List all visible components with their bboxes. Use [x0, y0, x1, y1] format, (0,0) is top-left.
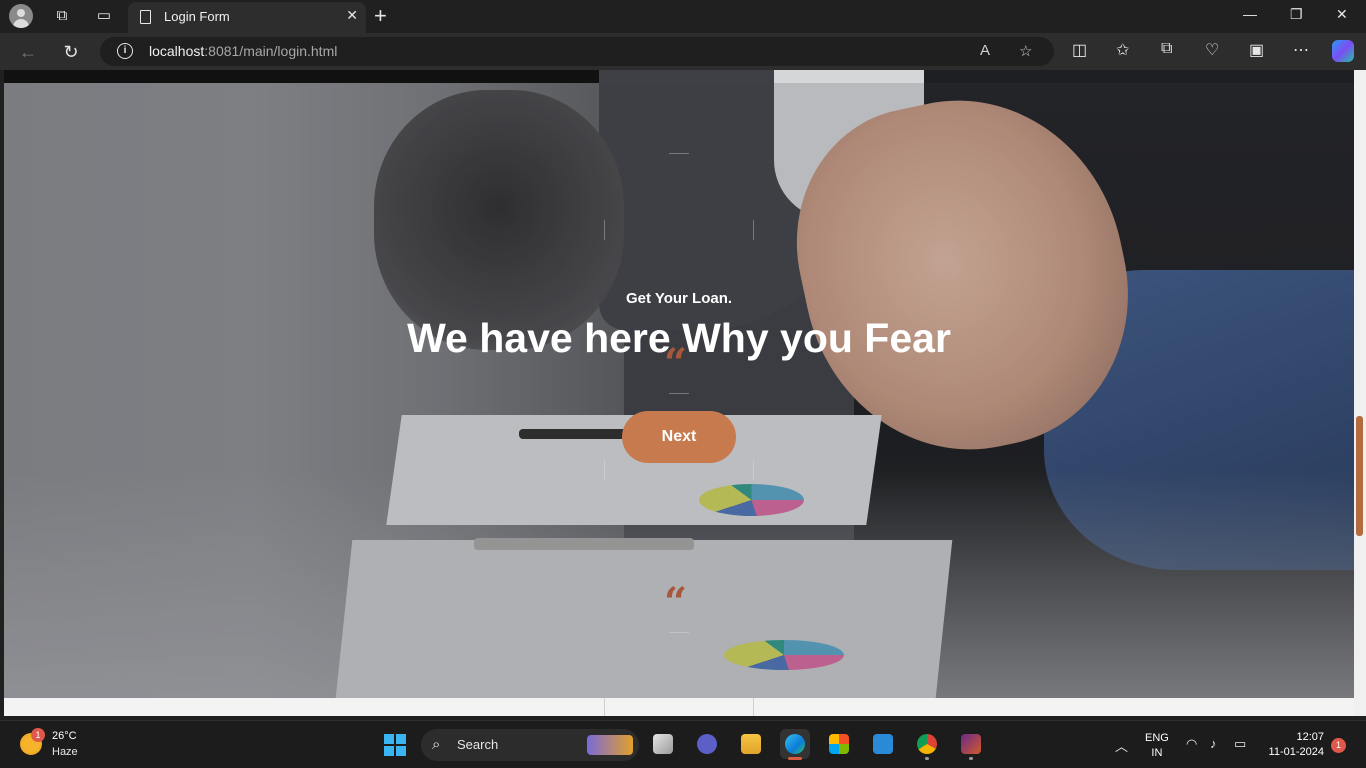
workspaces-icon[interactable]: ⧉: [50, 5, 74, 27]
file-explorer-icon[interactable]: [736, 729, 766, 759]
page-icon: [140, 10, 151, 24]
show-hidden-icons-icon[interactable]: ︿: [1115, 736, 1128, 755]
split-screen-icon[interactable]: ◫: [1072, 40, 1087, 60]
clock[interactable]: 12:07 11-01-2024: [1262, 730, 1324, 760]
task-view-icon[interactable]: [648, 729, 678, 759]
refresh-icon[interactable]: ↻: [58, 40, 84, 64]
tab-login-form[interactable]: Login Form ✕: [128, 2, 366, 33]
divider-line: [669, 632, 689, 633]
divider-line: [753, 460, 754, 480]
quote-icon: “: [664, 340, 688, 387]
more-menu-icon[interactable]: ⋯: [1293, 40, 1309, 60]
hero-eyebrow: Get Your Loan.: [625, 290, 733, 307]
divider-line: [753, 220, 754, 240]
divider-line: [669, 393, 689, 394]
scrollbar-track[interactable]: [1354, 70, 1366, 716]
new-tab-icon[interactable]: +: [374, 3, 387, 29]
navigation-bar: ← ↻ i localhost:8081/main/login.html A ☆…: [0, 33, 1366, 70]
notification-badge[interactable]: 1: [1331, 738, 1346, 753]
volume-icon[interactable]: ♪: [1210, 736, 1217, 751]
read-aloud-icon[interactable]: A: [980, 42, 990, 59]
close-window-icon[interactable]: ✕: [1336, 6, 1348, 23]
search-icon: ⌕: [432, 736, 441, 753]
sidebar-icon[interactable]: ▣: [1249, 40, 1264, 60]
temperature[interactable]: 26°C: [52, 730, 77, 742]
back-arrow-icon[interactable]: ←: [15, 40, 41, 64]
minimize-icon[interactable]: —: [1243, 6, 1257, 22]
wifi-icon[interactable]: ◠: [1186, 736, 1197, 752]
browser-essentials-icon[interactable]: ♡: [1205, 40, 1219, 60]
collections-icon[interactable]: ⧉: [1161, 40, 1172, 58]
vscode-icon[interactable]: [868, 729, 898, 759]
divider-line: [669, 153, 689, 154]
restore-icon[interactable]: ❐: [1290, 6, 1303, 23]
url-text[interactable]: localhost:8081/main/login.html: [149, 43, 337, 59]
hero-section: Get Your Loan. We have here Why you Fear…: [4, 70, 1354, 698]
address-bar[interactable]: i localhost:8081/main/login.html A ☆: [100, 37, 1054, 66]
divider-line: [604, 698, 605, 716]
favorite-star-icon[interactable]: ☆: [1019, 42, 1032, 60]
profile-avatar-icon[interactable]: [9, 4, 33, 28]
page-viewport: Get Your Loan. We have here Why you Fear…: [4, 70, 1354, 716]
chrome-icon[interactable]: [912, 729, 942, 760]
next-button[interactable]: Next: [622, 411, 736, 463]
tab-title: Login Form: [164, 9, 230, 24]
scrollbar-thumb[interactable]: [1356, 416, 1363, 536]
divider-line: [604, 460, 605, 480]
store-icon[interactable]: [824, 729, 854, 759]
battery-icon[interactable]: ▭: [1234, 736, 1246, 752]
divider-line: [604, 220, 605, 240]
divider-line: [753, 698, 754, 716]
tab-actions-icon[interactable]: ▭: [92, 5, 116, 27]
title-bar: ⧉ ▭ Login Form ✕ + — ❐ ✕: [0, 0, 1366, 33]
weather-badge: 1: [31, 728, 45, 742]
weather-condition[interactable]: Haze: [52, 746, 78, 758]
language-indicator[interactable]: ENG IN: [1145, 731, 1169, 761]
edge-browser-icon[interactable]: [780, 729, 810, 760]
app-icon[interactable]: [956, 729, 986, 760]
search-label: Search: [457, 737, 499, 752]
site-info-icon[interactable]: i: [117, 43, 133, 59]
chat-app-icon[interactable]: [692, 729, 722, 759]
taskbar-search[interactable]: ⌕ Search: [421, 729, 639, 761]
close-tab-icon[interactable]: ✕: [346, 7, 358, 24]
taskbar: 1 26°C Haze ⌕ Search ︿ ENG IN ◠ ♪ ▭ 12:07…: [0, 720, 1366, 768]
search-highlight-icon: [587, 735, 633, 755]
start-button-icon[interactable]: [384, 734, 406, 756]
copilot-icon[interactable]: [1332, 40, 1354, 62]
quote-icon: “: [664, 579, 688, 626]
favorites-icon[interactable]: ✩: [1116, 40, 1129, 60]
